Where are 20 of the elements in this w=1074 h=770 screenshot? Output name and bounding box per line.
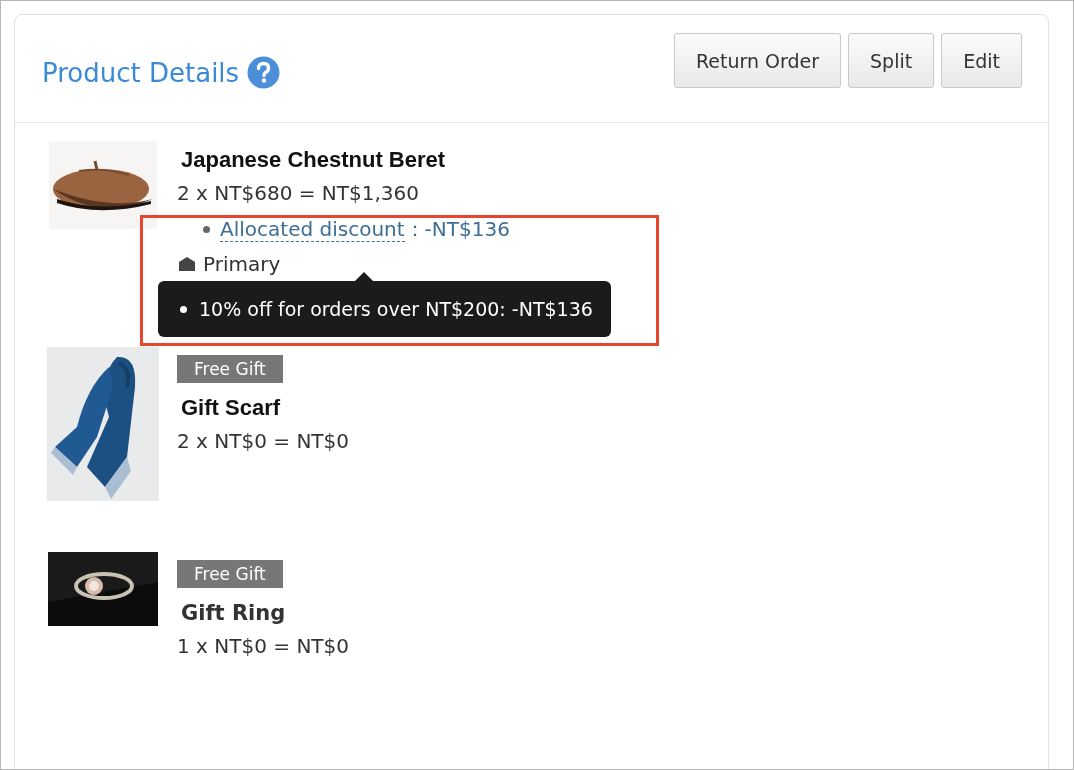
product-name: Japanese Chestnut Beret [181,146,447,174]
product-name: Gift Scarf [181,394,282,422]
free-gift-badge: Free Gift [177,560,283,588]
tag-label: Primary [203,251,281,278]
action-button[interactable]: Edit [941,33,1022,88]
price-line: 2 x NT$0 = NT$0 [177,428,349,455]
action-button[interactable]: Split [848,33,935,88]
product-name: Gift Ring [181,600,287,627]
section-title: Product Details [42,57,240,88]
bullet-icon [203,225,210,233]
tooltip-arrow [355,272,373,281]
help-icon[interactable] [247,56,281,89]
price-line: 1 x NT$0 = NT$0 [177,633,349,660]
price-line: 2 x NT$680 = NT$1,360 [177,180,420,207]
box-icon [177,256,197,272]
action-button[interactable]: Return Order [673,33,842,88]
free-gift-badge: Free Gift [177,355,283,383]
discount-link[interactable]: Allocated discount [220,216,405,242]
discount-amount: ：-NT$136 [404,216,510,243]
tooltip: 10% off for orders over NT$200: -NT$136 [158,281,611,337]
